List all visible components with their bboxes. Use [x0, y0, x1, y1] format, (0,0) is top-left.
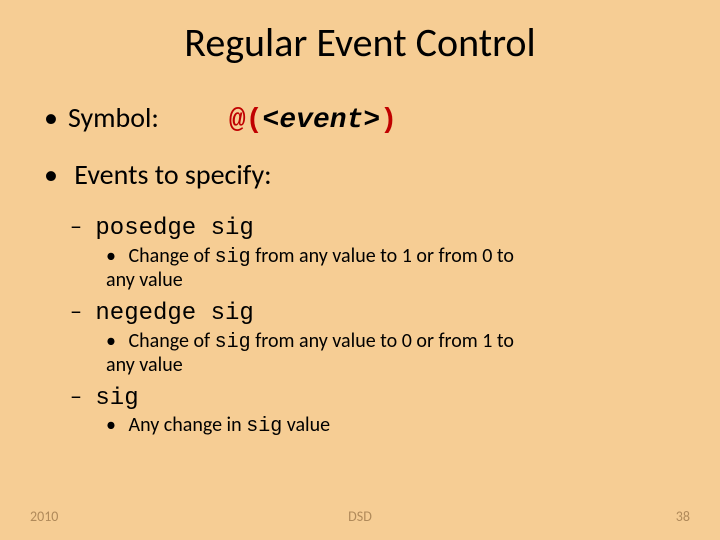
- gt: >: [363, 105, 380, 136]
- slide-body: • Symbol: @(<event>) • Events to specify…: [44, 102, 676, 444]
- bullet-dot-icon: •: [106, 413, 116, 437]
- desc-pre: Change of: [129, 329, 215, 353]
- slide-footer: 2010 DSD 38: [0, 508, 720, 528]
- events-heading-text: Events to specify:: [74, 157, 271, 192]
- bullet-dot-icon: •: [44, 102, 58, 134]
- slide-title: Regular Event Control: [0, 18, 720, 67]
- dash-icon: –: [70, 212, 82, 241]
- bullet-events-heading: • Events to specify:: [44, 159, 676, 191]
- desc-pre: Any change in: [129, 413, 247, 437]
- sig-code: sig: [95, 385, 138, 412]
- bullet-dot-icon: •: [106, 244, 116, 268]
- symbol-code: @(<event>): [229, 105, 397, 137]
- lparen: (: [246, 105, 263, 136]
- rparen: ): [380, 105, 397, 136]
- dash-icon: –: [70, 297, 82, 326]
- dash-icon: –: [70, 382, 82, 411]
- bullet-symbol: • Symbol: @(<event>): [44, 102, 676, 137]
- sub-sub-bullet-sig-desc: • Any change in sig value: [106, 414, 526, 438]
- sub-sub-bullet-negedge-desc: • Change of sig from any value to 0 or f…: [106, 330, 526, 377]
- sub-bullet-negedge: – negedge sig: [70, 298, 676, 328]
- sub-sub-bullet-posedge-desc: • Change of sig from any value to 1 or f…: [106, 245, 526, 292]
- bullet-dot-icon: •: [44, 157, 58, 192]
- symbol-label: Symbol:: [68, 102, 159, 134]
- slide: Regular Event Control • Symbol: @(<event…: [0, 0, 720, 540]
- sub-bullet-posedge: – posedge sig: [70, 213, 676, 243]
- at-sign: @: [229, 105, 246, 136]
- desc-code: sig: [215, 331, 251, 354]
- bullet-dot-icon: •: [106, 329, 116, 353]
- event-word: event: [279, 105, 363, 136]
- footer-page-number: 38: [676, 508, 690, 525]
- lt: <: [263, 105, 280, 136]
- desc-code: sig: [215, 246, 251, 269]
- sub-bullet-sig: – sig: [70, 383, 676, 413]
- footer-mid: DSD: [0, 508, 720, 525]
- desc-pre: Change of: [129, 244, 215, 268]
- negedge-code: negedge sig: [95, 300, 253, 327]
- posedge-code: posedge sig: [95, 215, 253, 242]
- desc-code: sig: [246, 415, 282, 438]
- desc-post: value: [282, 413, 330, 437]
